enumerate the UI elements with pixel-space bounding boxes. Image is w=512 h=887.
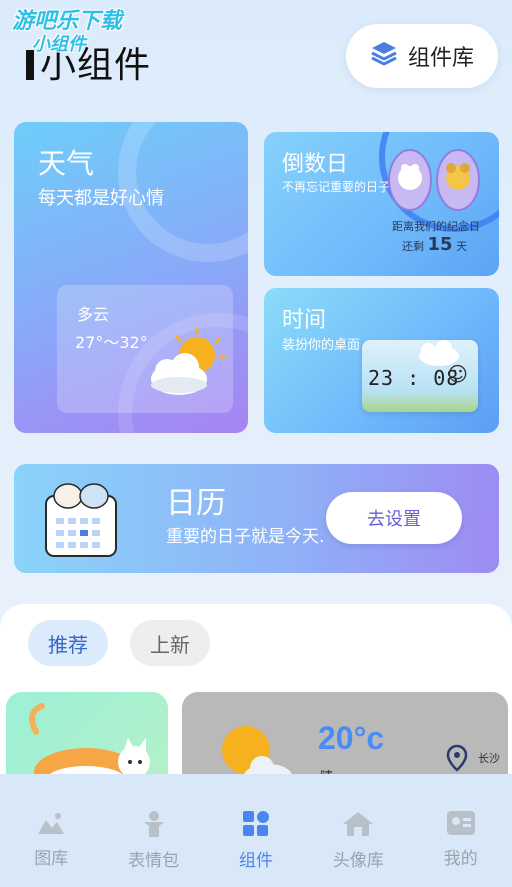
countdown-days: 15 — [427, 234, 453, 255]
figure-icon — [140, 810, 168, 842]
weather-preview-panel: 多云 27°～32° — [57, 285, 233, 413]
countdown-widget-card[interactable]: 倒数日 不再忘记重要的日子 距离我们的纪念日 还剩 15 天 — [264, 132, 499, 276]
time-title: 时间 — [282, 308, 327, 333]
nav-item-widgets[interactable]: 组件 — [211, 810, 301, 871]
nav-item-gallery[interactable]: 图库 — [6, 810, 96, 869]
countdown-suffix: 天 — [456, 240, 468, 253]
nav-label: 我的 — [443, 849, 478, 869]
nav-item-stickers[interactable]: 表情包 — [109, 810, 199, 871]
weather-widget-card[interactable]: 天气 每天都是好心情 多云 27°～32° — [14, 122, 248, 433]
tab-recommend[interactable]: 推荐 — [28, 620, 108, 666]
nav-label: 图库 — [34, 849, 69, 869]
clock-digits: 23 : 08 — [368, 366, 460, 390]
weather-title: 天气 — [38, 147, 95, 180]
smiley-face: ☺ — [447, 362, 468, 386]
calendar-widget-card[interactable]: 日历 重要的日子就是今天. 去设置 — [14, 464, 499, 573]
countdown-subtitle: 不再忘记重要的日子 — [282, 180, 391, 194]
clock-preview: 23 : 08 ☺ — [362, 340, 478, 412]
time-widget-card[interactable]: 时间 装扮你的桌面 23 : 08 ☺ — [264, 288, 499, 433]
bottom-navigation: 图库 表情包 组件 头像库 我的 — [0, 774, 512, 887]
profile-card-icon — [446, 810, 476, 840]
watermark: 游吧乐下载 小组件 — [12, 8, 122, 56]
calendar-title: 日历 — [166, 486, 226, 521]
countdown-title: 倒数日 — [282, 152, 349, 177]
widgets-icon — [242, 810, 270, 842]
nav-label: 头像库 — [332, 851, 384, 871]
nav-item-avatars[interactable]: 头像库 — [313, 810, 403, 871]
nav-label: 组件 — [238, 851, 273, 871]
preview-temperature: 20°c — [318, 720, 385, 756]
calendar-cat-image — [44, 478, 118, 562]
watermark-line2: 小组件 — [32, 34, 86, 55]
preview-city: 长沙 — [478, 752, 500, 765]
go-setup-button[interactable]: 去设置 — [326, 492, 462, 544]
sun-cloud-icon — [147, 327, 227, 403]
weather-condition: 多云 — [77, 305, 110, 324]
layers-icon — [370, 40, 398, 72]
weather-temperature: 27°～32° — [75, 333, 148, 352]
house-icon — [341, 810, 375, 842]
watermark-line1: 游吧乐下载 — [12, 8, 123, 33]
tab-new[interactable]: 上新 — [130, 620, 210, 666]
location-pin-icon — [446, 744, 468, 776]
nav-item-profile[interactable]: 我的 — [416, 810, 506, 869]
widget-library-label: 组件库 — [407, 46, 474, 71]
weather-subtitle: 每天都是好心情 — [38, 188, 164, 209]
widget-library-button[interactable]: 组件库 — [346, 24, 498, 88]
time-subtitle: 装扮你的桌面 — [282, 338, 361, 353]
countdown-prefix: 还剩 — [402, 240, 424, 253]
countdown-message: 距离我们的纪念日 — [392, 220, 480, 233]
nav-label: 表情包 — [128, 851, 180, 871]
couple-bears-image — [388, 148, 480, 218]
calendar-subtitle: 重要的日子就是今天. — [166, 527, 325, 547]
countdown-remaining: 还剩 15 天 — [402, 234, 467, 255]
gallery-icon — [36, 810, 66, 840]
